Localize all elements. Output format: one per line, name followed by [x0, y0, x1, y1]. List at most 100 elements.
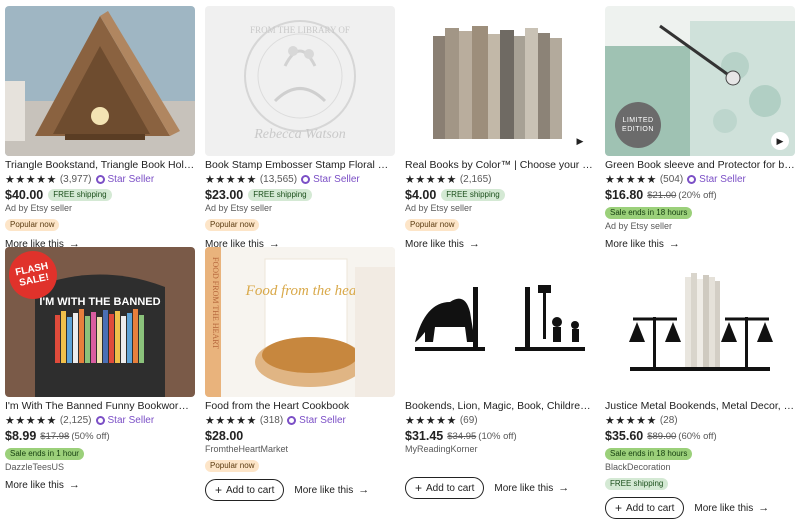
- sale-badge: Sale ends in 18 hours: [605, 207, 693, 219]
- original-price: $34.95: [447, 430, 477, 442]
- price: $40.00: [5, 188, 44, 202]
- rating: ★★★★★ (2,125) Star Seller: [5, 414, 195, 427]
- rating-stars: ★★★★★: [605, 415, 657, 427]
- arrow-right-icon: →: [68, 479, 80, 491]
- price: $28.00: [205, 429, 244, 443]
- cookbook-image[interactable]: FOOD FROM THE HEART Food from the heart: [205, 247, 395, 397]
- star-seller-label: Star Seller: [107, 415, 155, 426]
- listing-card[interactable]: FOOD FROM THE HEART Food from the heart …: [205, 247, 395, 501]
- star-seller-badge: Star Seller: [95, 415, 155, 426]
- shop-name[interactable]: FromtheHeartMarket: [205, 444, 395, 455]
- free-shipping-badge: FREE shipping: [441, 189, 505, 201]
- stamp-text-top: FROM THE LIBRARY OF: [250, 25, 350, 35]
- rating: ★★★★★ (13,565) Star Seller: [205, 173, 395, 186]
- star-seller-label: Star Seller: [107, 174, 155, 185]
- listing-title[interactable]: Book Stamp Embosser Stamp Floral Custom …: [205, 159, 395, 172]
- listing-card[interactable]: Bookends, Lion, Magic, Book, Children bo…: [405, 247, 595, 499]
- review-count: (69): [459, 415, 478, 426]
- ad-label: Ad by Etsy seller: [405, 203, 473, 213]
- play-video-icon[interactable]: ▶: [571, 132, 589, 150]
- review-count: (28): [659, 415, 678, 426]
- star-seller-badge: Star Seller: [95, 174, 155, 185]
- rating: ★★★★★ (28): [605, 414, 795, 427]
- popular-badge: Popular now: [205, 460, 260, 472]
- more-like-this-link[interactable]: More like this →: [5, 479, 80, 491]
- add-to-cart-button[interactable]: + Add to cart: [405, 477, 485, 499]
- listing-title[interactable]: Real Books by Color™ | Choose your Color…: [405, 159, 595, 172]
- price: $23.00: [205, 188, 244, 202]
- listing-title[interactable]: Justice Metal Bookends, Metal Decor, Met…: [605, 400, 795, 413]
- rating-stars: ★★★★★: [605, 174, 657, 186]
- embosser-stamp-image[interactable]: FROM THE LIBRARY OF Rebecca Watson: [205, 6, 395, 156]
- books-by-color-image[interactable]: ▶: [405, 6, 595, 156]
- stamp-text-bottom: Rebecca Watson: [253, 127, 346, 142]
- sale-badge: Sale ends in 18 hours: [605, 448, 693, 460]
- original-price: $17.98: [40, 430, 70, 442]
- card-actions: + Add to cart More like this →: [205, 479, 395, 501]
- shop-name[interactable]: DazzleTeesUS: [5, 462, 195, 473]
- price: $8.99: [5, 429, 37, 443]
- rating: ★★★★★ (3,977) Star Seller: [5, 173, 195, 186]
- listing-title[interactable]: Triangle Bookstand, Triangle Book Holder…: [5, 159, 195, 172]
- discount-percent: (20% off): [678, 189, 717, 201]
- listing-card[interactable]: LIMITED EDITION ▶ Green Book sleeve and …: [605, 6, 795, 252]
- more-like-this-link[interactable]: More like this →: [694, 502, 769, 514]
- review-count: (3,977): [59, 174, 92, 185]
- price-row: $4.00 FREE shipping: [405, 188, 595, 202]
- play-video-icon[interactable]: ▶: [771, 132, 789, 150]
- add-to-cart-button[interactable]: + Add to cart: [605, 497, 685, 519]
- star-seller-label: Star Seller: [313, 174, 360, 185]
- more-like-this-label: More like this: [294, 484, 354, 496]
- ad-label: Ad by Etsy seller: [205, 203, 273, 213]
- card-actions: + Add to cart More like this →: [405, 477, 595, 499]
- book-sleeve-image[interactable]: LIMITED EDITION ▶: [605, 6, 795, 156]
- listing-card[interactable]: I'M WITH THE BANNED FLASH SALE! I'm With…: [5, 247, 195, 493]
- price-row: $40.00 FREE shipping: [5, 188, 195, 202]
- listing-card[interactable]: Justice Metal Bookends, Metal Decor, Met…: [605, 247, 795, 519]
- more-like-this-link[interactable]: More like this →: [494, 482, 569, 494]
- more-like-this-link[interactable]: More like this →: [294, 484, 369, 496]
- discount-percent: (10% off): [478, 430, 517, 442]
- original-price: $89.00: [647, 430, 677, 442]
- star-seller-label: Star Seller: [699, 174, 746, 185]
- star-seller-icon: [301, 175, 311, 184]
- plus-icon: +: [615, 501, 623, 515]
- price: $4.00: [405, 188, 437, 202]
- price-row: $16.80 $21.00 (20% off): [605, 188, 795, 202]
- lion-bookends-image[interactable]: [405, 247, 595, 397]
- popular-badge: Popular now: [205, 219, 260, 231]
- star-seller-icon: [687, 175, 697, 184]
- justice-bookends-image[interactable]: [605, 247, 795, 397]
- add-to-cart-label: Add to cart: [626, 502, 675, 514]
- ad-label: Ad by Etsy seller: [605, 221, 673, 231]
- listing-card[interactable]: ▶ Real Books by Color™ | Choose your Col…: [405, 6, 595, 252]
- more-like-this-label: More like this: [494, 482, 554, 494]
- price-row: $8.99 $17.98 (50% off): [5, 429, 195, 443]
- free-shipping-badge: FREE shipping: [605, 478, 669, 490]
- add-to-cart-label: Add to cart: [226, 484, 275, 496]
- price: $16.80: [605, 188, 644, 202]
- shop-name[interactable]: BlackDecoration: [605, 462, 795, 473]
- banned-tshirt-image[interactable]: I'M WITH THE BANNED FLASH SALE!: [5, 247, 195, 397]
- listing-title[interactable]: Bookends, Lion, Magic, Book, Children bo…: [405, 400, 595, 413]
- plus-icon: +: [215, 483, 223, 497]
- rating: ★★★★★ (69): [405, 414, 595, 427]
- price: $31.45: [405, 429, 444, 443]
- listing-card[interactable]: FROM THE LIBRARY OF Rebecca Watson Book …: [205, 6, 395, 252]
- discount-percent: (50% off): [71, 430, 110, 442]
- listing-title[interactable]: Green Book sleeve and Protector for book…: [605, 159, 795, 172]
- shop-name[interactable]: MyReadingKorner: [405, 444, 595, 455]
- arrow-right-icon: →: [558, 482, 570, 494]
- triangle-bookstand-image[interactable]: [5, 6, 195, 156]
- add-to-cart-button[interactable]: + Add to cart: [205, 479, 285, 501]
- listing-title[interactable]: I'm With The Banned Funny Bookworm T-Shi…: [5, 400, 195, 413]
- listing-card[interactable]: Triangle Bookstand, Triangle Book Holder…: [5, 6, 195, 252]
- rating-stars: ★★★★★: [205, 174, 257, 186]
- star-seller-badge: Star Seller: [687, 174, 746, 185]
- arrow-right-icon: →: [358, 484, 370, 496]
- more-like-this-label: More like this: [694, 502, 754, 514]
- star-seller-badge: Star Seller: [301, 174, 360, 185]
- review-count: (318): [259, 415, 284, 426]
- listing-title[interactable]: Food from the Heart Cookbook: [205, 400, 395, 413]
- rating-stars: ★★★★★: [205, 415, 257, 427]
